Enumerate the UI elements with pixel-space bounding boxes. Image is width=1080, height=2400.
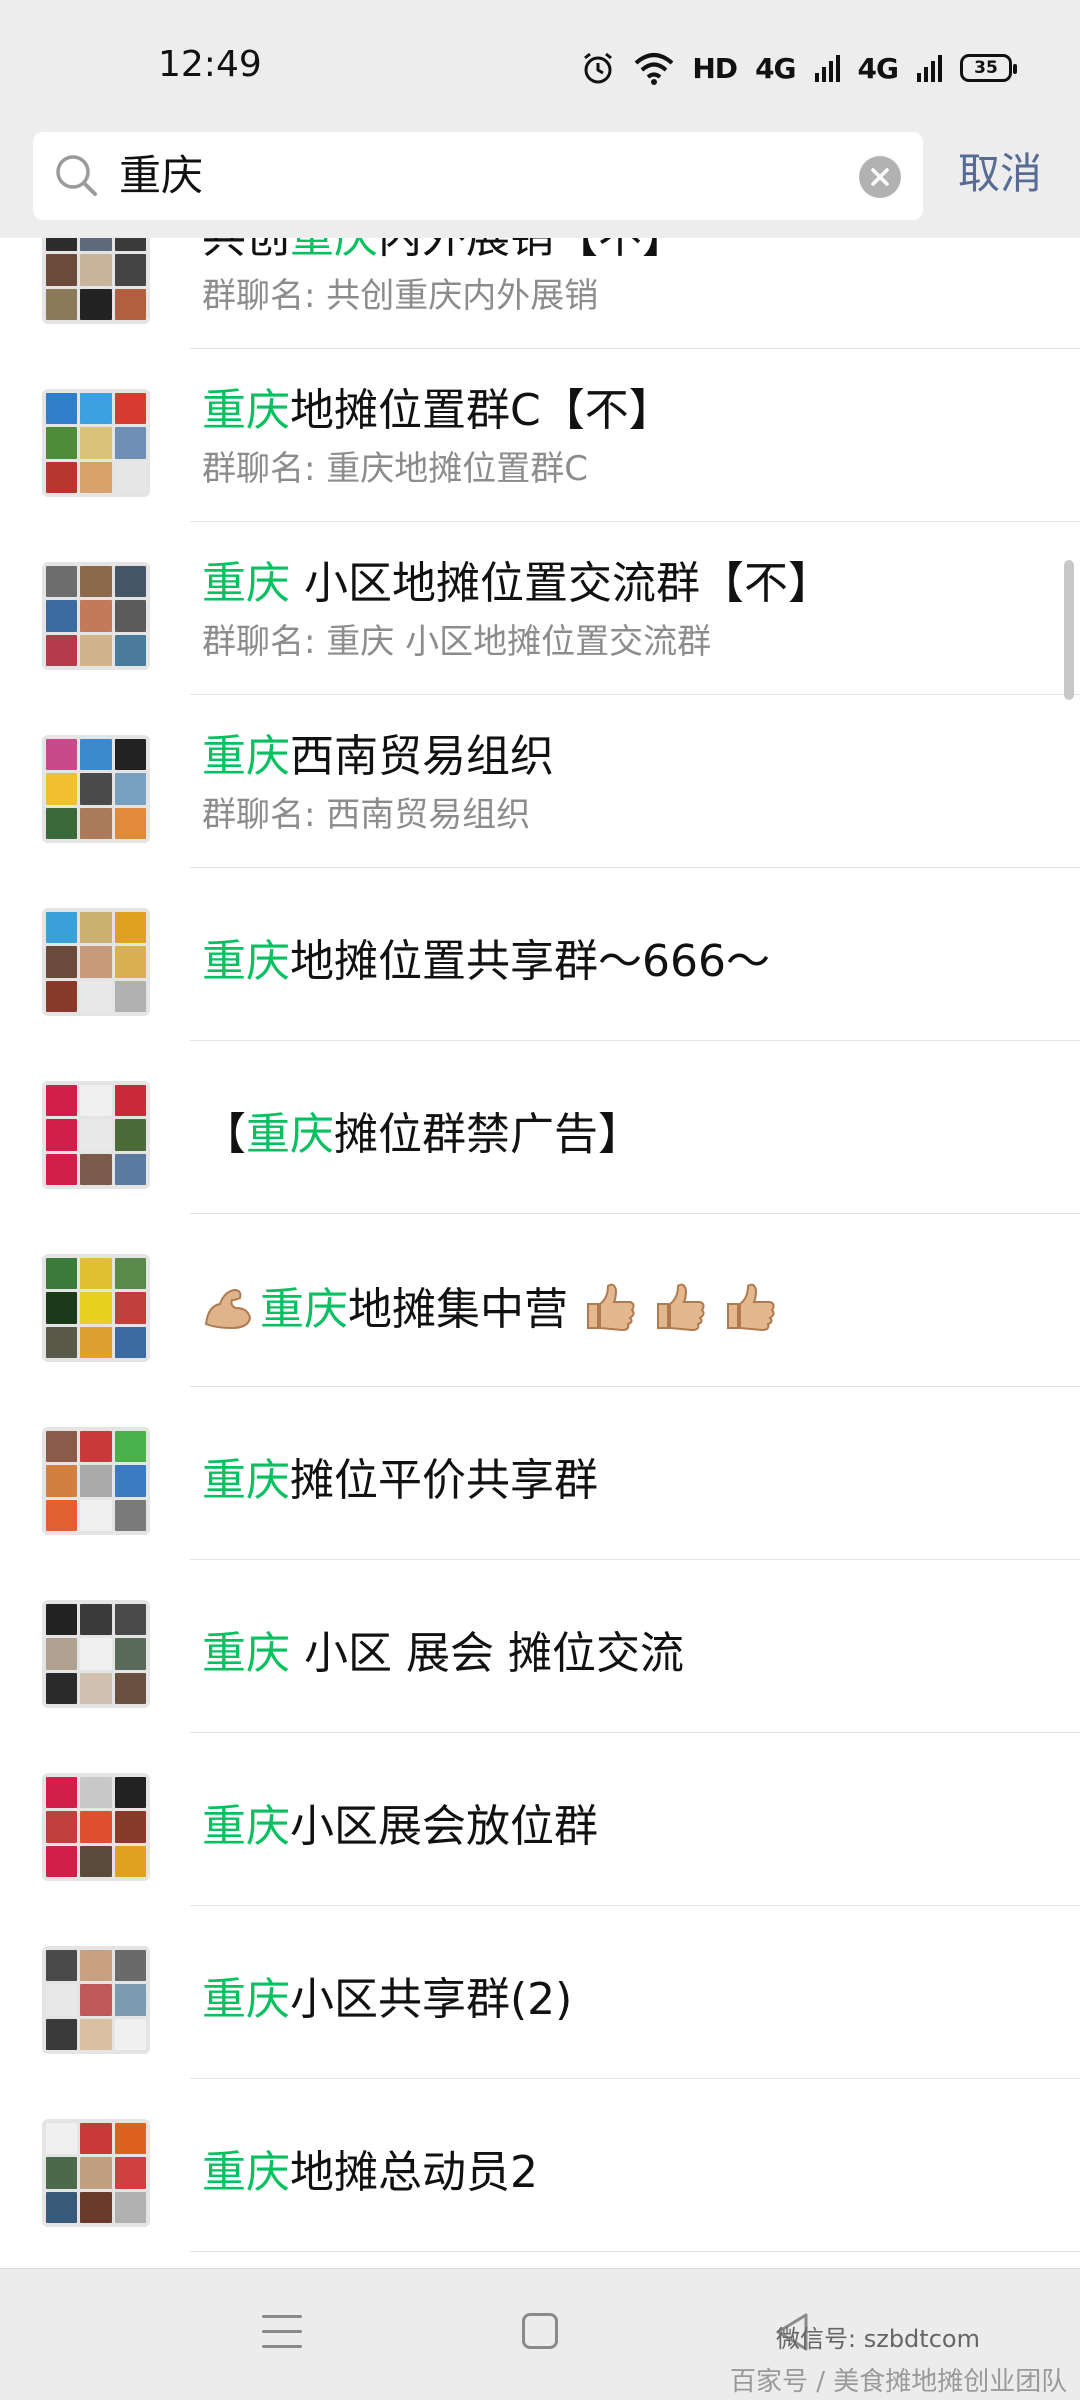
group-avatar — [42, 389, 150, 497]
watermark-wechat-id: 微信号: szbdtcom — [776, 2325, 980, 2353]
watermark-source: 百家号 / 美食摊地摊创业团队 — [730, 2367, 1068, 2397]
status-icons: HD 4G 4G 35 — [580, 48, 1017, 88]
result-row[interactable]: 重庆地摊集中营 — [0, 1214, 1080, 1387]
result-title: 重庆 小区地摊位置交流群【不】 — [202, 556, 832, 612]
group-avatar — [42, 1600, 150, 1708]
group-avatar — [42, 1081, 150, 1189]
title-highlight: 重庆 — [202, 1455, 290, 1506]
title-suffix: 地摊总动员2 — [290, 2147, 538, 2198]
title-highlight: 重庆 — [202, 731, 290, 782]
result-row[interactable]: 重庆西南贸易组织群聊名: 西南贸易组织 — [0, 695, 1080, 868]
result-row[interactable]: 共创重庆内外展销【不】群聊名: 共创重庆内外展销 — [0, 238, 1080, 349]
result-row[interactable]: 重庆地摊位置群C【不】群聊名: 重庆地摊位置群C — [0, 349, 1080, 522]
title-suffix: 西南贸易组织 — [290, 731, 554, 782]
thumbs-up-icon — [587, 1283, 635, 1332]
title-suffix: 小区展会放位群 — [290, 1801, 598, 1852]
battery-icon: 35 — [960, 54, 1017, 82]
title-prefix: 【 — [202, 1109, 246, 1160]
search-query: 重庆 — [119, 151, 204, 200]
search-results-list: 共创重庆内外展销【不】群聊名: 共创重庆内外展销重庆地摊位置群C【不】群聊名: … — [0, 238, 1080, 2268]
title-highlight: 重庆 — [260, 1284, 348, 1335]
title-suffix: 内外展销【不】 — [378, 238, 686, 263]
title-suffix: 小区 展会 摊位交流 — [290, 1628, 684, 1679]
result-row[interactable]: 重庆小区共享群(2) — [0, 1906, 1080, 2079]
thumbs-up-icon — [727, 1283, 775, 1332]
search-input[interactable]: 重庆 — [33, 132, 923, 220]
group-avatar — [42, 908, 150, 1016]
signal-2-label: 4G — [857, 51, 899, 85]
result-title: 重庆地摊总动员2 — [202, 2145, 538, 2201]
result-subtitle: 群聊名: 西南贸易组织 — [202, 795, 531, 835]
result-title: 共创重庆内外展销【不】 — [202, 238, 686, 266]
title-suffix: 摊位群禁广告】 — [334, 1109, 642, 1160]
thumbs-up-icon — [657, 1283, 705, 1332]
title-suffix: 摊位平价共享群 — [290, 1455, 598, 1506]
title-suffix: 小区共享群(2) — [290, 1974, 573, 2025]
navigation-bar: 微信号: szbdtcom 百家号 / 美食摊地摊创业团队 — [0, 2268, 1080, 2400]
title-highlight: 重庆 — [290, 238, 378, 263]
title-highlight: 重庆 — [202, 558, 290, 609]
hd-label: HD — [692, 51, 738, 85]
result-title: 重庆西南贸易组织 — [202, 729, 554, 785]
wifi-icon — [635, 53, 674, 85]
flexed-biceps-icon — [204, 1288, 252, 1330]
result-row[interactable]: 重庆摊位平价共享群 — [0, 1387, 1080, 1560]
status-bar: 12:49 HD 4G 4G 35 — [0, 0, 1080, 128]
result-row[interactable]: 重庆 小区地摊位置交流群【不】群聊名: 重庆 小区地摊位置交流群 — [0, 522, 1080, 695]
group-avatar — [42, 1946, 150, 2054]
title-highlight: 重庆 — [202, 1974, 290, 2025]
group-avatar — [42, 1254, 150, 1362]
signal-1-label: 4G — [755, 51, 796, 85]
result-subtitle: 群聊名: 重庆地摊位置群C — [202, 449, 589, 489]
group-avatar — [42, 1773, 150, 1881]
row-divider — [190, 2251, 1080, 2252]
search-row: 重庆 取消 — [0, 128, 1080, 238]
title-suffix: 小区地摊位置交流群【不】 — [290, 558, 832, 609]
result-title: 重庆小区展会放位群 — [202, 1799, 598, 1855]
battery-level: 35 — [974, 58, 998, 78]
home-icon[interactable] — [522, 2313, 558, 2349]
result-title: 重庆地摊位置群C【不】 — [202, 383, 673, 439]
group-avatar — [42, 2119, 150, 2227]
cancel-button[interactable]: 取消 — [958, 148, 1042, 200]
group-avatar — [42, 562, 150, 670]
result-title: 重庆摊位平价共享群 — [202, 1453, 598, 1509]
title-highlight: 重庆 — [202, 1628, 290, 1679]
group-avatar — [42, 735, 150, 843]
scrollbar[interactable] — [1064, 560, 1074, 700]
title-suffix: 地摊位置共享群～666～ — [290, 936, 770, 987]
signal-2-icon — [917, 55, 942, 82]
result-row[interactable]: 【重庆摊位群禁广告】 — [0, 1041, 1080, 1214]
title-prefix: 共创 — [202, 238, 290, 263]
menu-icon[interactable] — [262, 2315, 302, 2351]
result-title: 重庆地摊集中营 — [202, 1280, 778, 1338]
result-title: 重庆 小区 展会 摊位交流 — [202, 1626, 684, 1682]
title-highlight: 重庆 — [246, 1109, 334, 1160]
result-subtitle: 群聊名: 共创重庆内外展销 — [202, 276, 599, 316]
title-highlight: 重庆 — [202, 936, 290, 987]
title-highlight: 重庆 — [202, 1801, 290, 1852]
result-row[interactable]: 重庆地摊总动员2 — [0, 2079, 1080, 2252]
clear-icon[interactable] — [859, 156, 901, 198]
title-highlight: 重庆 — [202, 2147, 290, 2198]
result-subtitle: 群聊名: 重庆 小区地摊位置交流群 — [202, 622, 712, 662]
result-title: 重庆小区共享群(2) — [202, 1972, 572, 2028]
status-time: 12:49 — [158, 44, 262, 85]
result-title: 重庆地摊位置共享群～666～ — [202, 934, 770, 990]
result-row[interactable]: 重庆小区展会放位群 — [0, 1733, 1080, 1906]
title-highlight: 重庆 — [202, 385, 290, 436]
result-title: 【重庆摊位群禁广告】 — [202, 1107, 642, 1163]
search-icon — [56, 155, 97, 196]
title-suffix: 地摊集中营 — [348, 1284, 568, 1335]
signal-1-icon — [814, 55, 840, 82]
result-row[interactable]: 重庆 小区 展会 摊位交流 — [0, 1560, 1080, 1733]
title-suffix: 地摊位置群C【不】 — [290, 385, 673, 436]
group-avatar — [42, 238, 150, 324]
group-avatar — [42, 1427, 150, 1535]
alarm-icon — [584, 52, 613, 84]
result-row[interactable]: 重庆地摊位置共享群～666～ — [0, 868, 1080, 1041]
